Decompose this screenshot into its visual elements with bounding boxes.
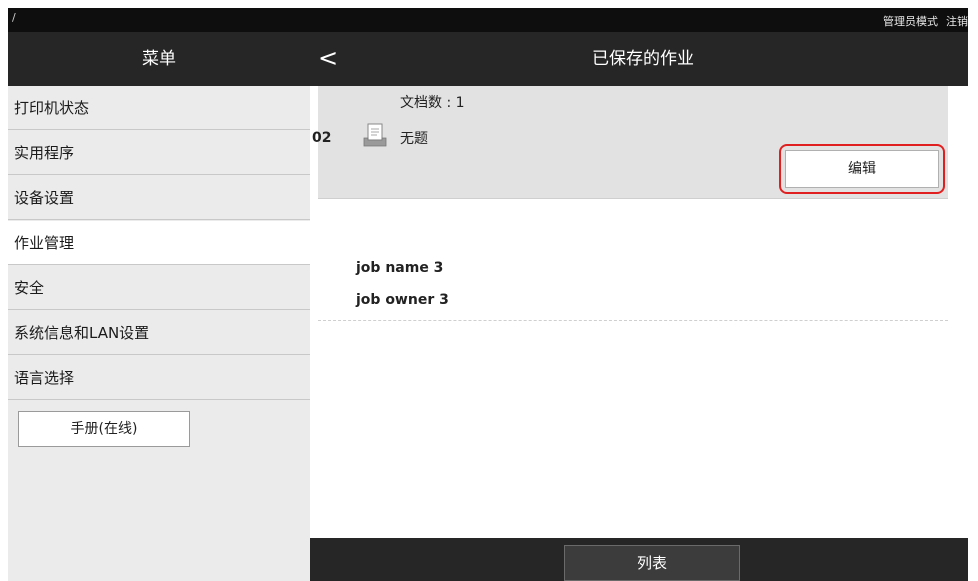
page-title: 已保存的作业: [592, 49, 694, 69]
sidebar: 打印机状态 实用程序 设备设置 作业管理 安全 系统信息和LAN设置 语言选择 …: [8, 86, 310, 581]
status-bar: / 管理员模式 注销: [8, 8, 968, 32]
app-window: / 管理员模式 注销 菜单 < 已保存的作业 打印机状态 实用程序 设备设置 作业…: [8, 8, 968, 581]
sidebar-item-security[interactable]: 安全: [8, 266, 310, 310]
job-number: 02: [312, 130, 332, 146]
edit-button[interactable]: 编辑: [785, 150, 939, 188]
sidebar-item-job-management[interactable]: 作业管理: [8, 221, 310, 265]
sidebar-item-device-settings[interactable]: 设备设置: [8, 176, 310, 220]
header-bar: 菜单 < 已保存的作业: [8, 32, 968, 86]
status-bar-right: 管理员模式 注销: [875, 13, 968, 29]
document-count: 文档数 : 1: [400, 95, 465, 111]
sidebar-item-system-info-lan[interactable]: 系统信息和LAN设置: [8, 311, 310, 355]
document-title: 无题: [400, 131, 428, 147]
logout-link[interactable]: 注销: [946, 15, 968, 28]
sidebar-item-printer-status[interactable]: 打印机状态: [8, 86, 310, 130]
menu-title: 菜单: [142, 49, 176, 69]
sidebar-item-language[interactable]: 语言选择: [8, 356, 310, 400]
path-indicator: /: [12, 11, 16, 24]
divider: [318, 320, 948, 321]
main-content: 文档数 : 1 02 无题 编辑 job name 3 job owner 3: [310, 86, 968, 538]
manual-online-button[interactable]: 手册(在线): [18, 411, 190, 447]
job-name: job name 3: [356, 260, 444, 276]
edit-button-highlight: 编辑: [779, 144, 945, 194]
job-owner: job owner 3: [356, 292, 449, 308]
list-button[interactable]: 列表: [564, 545, 740, 581]
footer-bar: 列表: [310, 538, 968, 581]
saved-job-card[interactable]: 文档数 : 1 02 无题 编辑: [312, 86, 948, 199]
document-tray-icon: [363, 123, 387, 147]
sidebar-item-utility[interactable]: 实用程序: [8, 131, 310, 175]
admin-mode-link[interactable]: 管理员模式: [883, 15, 938, 28]
